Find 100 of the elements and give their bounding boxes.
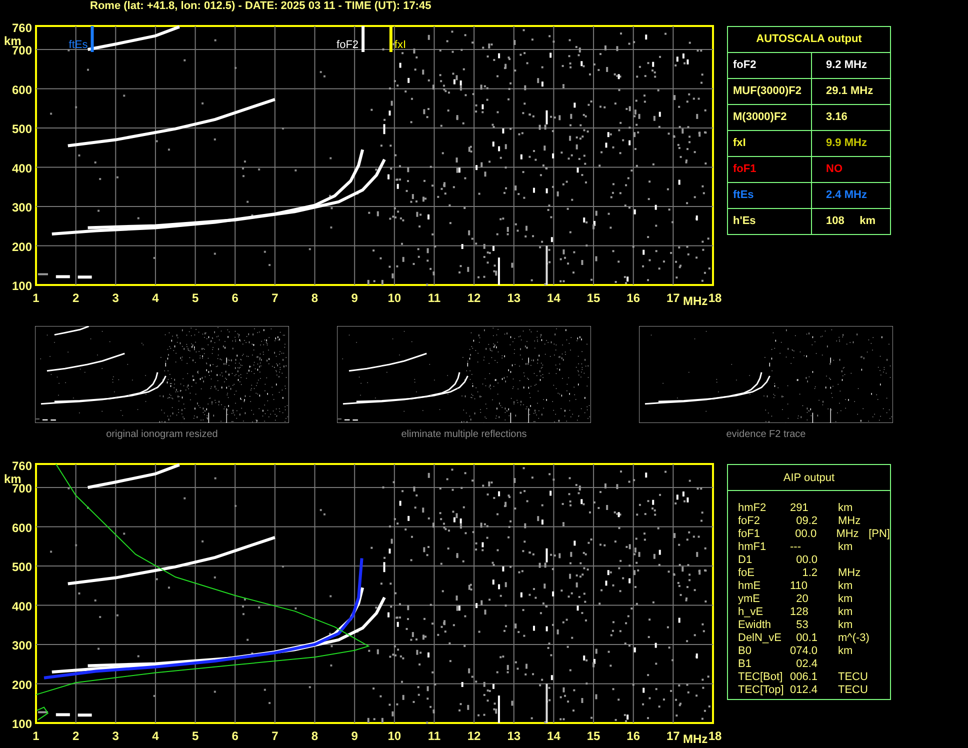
parameter-value: NO xyxy=(825,162,844,177)
parameter-unit: km xyxy=(838,502,854,515)
parameter-name: B0 xyxy=(738,645,752,658)
frequency-tick-label: 11 xyxy=(428,729,441,743)
parameter-value: 00.1 xyxy=(795,632,819,645)
frequency-tick-label: 10 xyxy=(388,291,402,305)
height-tick-label: 700 xyxy=(12,482,32,496)
frequency-tick-label: 8 xyxy=(311,729,318,743)
frequency-tick-label: 16 xyxy=(626,291,640,305)
ionogram-title: Rome (lat: +41.8, lon: 012.5) - DATE: 2025 03 11 - TIME (UT): 17:45 xyxy=(89,0,432,14)
parameter-unit: km xyxy=(838,541,854,554)
parameter-name: foF1 xyxy=(728,157,812,182)
frequency-tick-label: 4 xyxy=(152,729,159,743)
parameter-name: foF1 xyxy=(738,528,762,541)
parameter-note: [PN] xyxy=(868,528,890,541)
parameter-name: foF2 xyxy=(728,53,812,78)
thumbnail-caption: eliminate multiple reflections xyxy=(401,429,527,440)
parameter-name: D1 xyxy=(738,554,754,567)
height-tick-label: 300 xyxy=(12,638,32,653)
frequency-tick-label: 13 xyxy=(507,291,521,305)
parameter-value: 02.4 xyxy=(795,658,819,671)
height-tick-label: 400 xyxy=(12,161,32,176)
parameter-value: 006.1 xyxy=(790,671,819,684)
parameter-unit: MHz xyxy=(838,515,862,528)
marker-label: fxI xyxy=(394,39,406,51)
parameter-value: 3.16 xyxy=(825,110,848,125)
parameter-unit: TECU xyxy=(838,684,869,697)
height-tick-label: 100 xyxy=(12,279,32,293)
frequency-tick-label: 3 xyxy=(112,729,119,743)
parameter-unit: km xyxy=(838,593,854,606)
parameter-name: h'Es xyxy=(728,209,812,234)
frequency-tick-label: 6 xyxy=(232,729,238,743)
height-tick-label: 300 xyxy=(12,200,32,215)
parameter-value: 9.9 MHz xyxy=(825,136,868,151)
thumbnail-caption: original ionogram resized xyxy=(106,429,218,440)
frequency-tick-label: 7 xyxy=(272,291,278,305)
parameter-name: fxI xyxy=(728,131,812,156)
frequency-tick-label: 15 xyxy=(586,729,600,743)
frequency-tick-label: 17 xyxy=(666,729,680,743)
parameter-value: 00.0 xyxy=(794,528,818,541)
frequency-tick-label: 2 xyxy=(72,729,80,743)
parameter-name: DelN_vE xyxy=(738,632,782,645)
frequency-tick-label: 1 xyxy=(32,729,40,743)
parameter-value: 108 km xyxy=(825,214,877,229)
parameter-name: B1 xyxy=(738,658,752,671)
frequency-tick-label: 4 xyxy=(152,291,159,305)
parameter-value: 00.0 xyxy=(795,554,819,567)
parameter-value: --- xyxy=(790,541,802,554)
height-tick-label: 760 xyxy=(12,21,32,35)
parameter-unit: km xyxy=(838,645,854,658)
parameter-name: TEC[Top] xyxy=(738,684,785,697)
parameter-value: 9.2 MHz xyxy=(825,58,868,73)
frequency-tick-label: 16 xyxy=(626,729,640,743)
parameter-name: TEC[Bot] xyxy=(738,671,784,684)
parameter-unit: TECU xyxy=(838,671,869,684)
height-tick-label: 500 xyxy=(12,122,32,136)
frequency-tick-label: 5 xyxy=(192,291,199,305)
frequency-tick-label: 9 xyxy=(351,729,358,743)
parameter-value: 1.2 xyxy=(801,567,819,580)
frequency-tick-label: 3 xyxy=(112,291,119,305)
parameter-unit: km xyxy=(838,619,854,632)
frequency-tick-label: 10 xyxy=(388,729,402,743)
parameter-name: h_vE xyxy=(738,606,764,619)
frequency-tick-label: 9 xyxy=(351,291,358,305)
parameter-unit: km xyxy=(838,606,854,619)
parameter-unit: m^(-3) xyxy=(838,632,870,645)
parameter-value: 110 xyxy=(790,580,809,593)
frequency-unit-label: MHz xyxy=(683,732,708,744)
density-profile-loop xyxy=(36,706,49,720)
parameter-unit: MHz xyxy=(836,528,860,541)
frequency-tick-label: 7 xyxy=(272,729,278,743)
frequency-tick-label: 18 xyxy=(708,729,722,743)
table-title: AIP output xyxy=(728,465,890,491)
parameter-value: 53 xyxy=(795,619,810,632)
thumbnail-caption: evidence F2 trace xyxy=(726,429,806,440)
parameter-name: M(3000)F2 xyxy=(728,105,812,130)
parameter-value: 074.0 xyxy=(790,645,819,658)
parameter-name: hmF1 xyxy=(738,541,768,554)
parameter-value: 291 xyxy=(790,502,810,515)
height-tick-label: 400 xyxy=(12,599,32,614)
frequency-tick-label: 5 xyxy=(192,729,199,743)
frequency-tick-label: 8 xyxy=(311,291,318,305)
parameter-value: 128 xyxy=(790,606,810,619)
table-title: AUTOSCALA output xyxy=(728,27,890,53)
parameter-value: 012.4 xyxy=(790,684,819,697)
marker-label: foF2 xyxy=(336,39,359,51)
parameter-name: Ewidth xyxy=(738,619,772,632)
parameter-name: hmE xyxy=(738,580,762,593)
height-tick-label: 500 xyxy=(12,560,32,574)
frequency-tick-label: 2 xyxy=(72,291,80,305)
height-tick-label: 600 xyxy=(12,520,32,535)
frequency-tick-label: 1 xyxy=(32,291,40,305)
frequency-tick-label: 12 xyxy=(467,291,481,305)
parameter-unit: MHz xyxy=(838,567,862,580)
parameter-value: 2.4 MHz xyxy=(825,188,868,203)
parameter-value: 29.1 MHz xyxy=(825,84,874,99)
parameter-value: 09.2 xyxy=(795,515,819,528)
height-tick-label: 200 xyxy=(12,240,32,254)
parameter-name: ymE xyxy=(738,593,761,606)
parameter-value: 20 xyxy=(795,593,810,606)
